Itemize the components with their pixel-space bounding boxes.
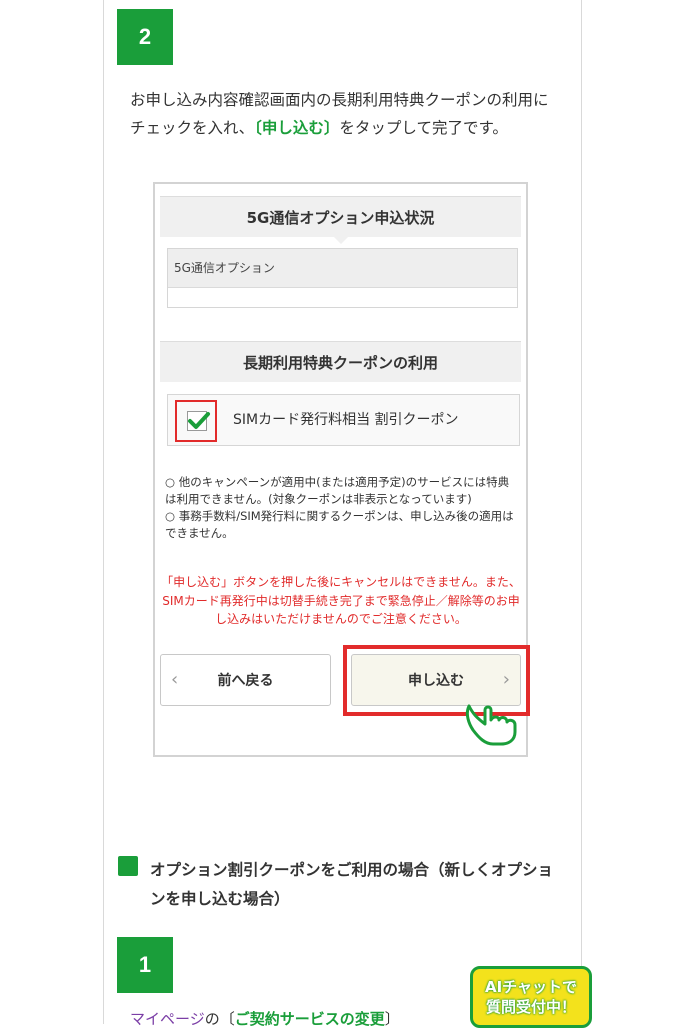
option-status-title: 5G通信オプション申込状況 bbox=[246, 208, 435, 227]
step-1-instructions: マイページの〔ご契約サービスの変更〕 bbox=[130, 1008, 400, 1029]
coupon-label: SIMカード発行料相当 割引クーポン bbox=[233, 412, 459, 428]
step-2-instructions: お申し込み内容確認画面内の長期利用特典クーポンの利用にチェックを入れ、〔申し込む… bbox=[130, 86, 560, 142]
subheading-text: オプション割引クーポンをご利用の場合（新しくオプションを申し込む場合） bbox=[150, 861, 554, 908]
option-coupon-subheading: オプション割引クーポンをご利用の場合（新しくオプションを申し込む場合） bbox=[118, 856, 568, 914]
option-status-header: 5G通信オプション申込状況 bbox=[160, 196, 521, 244]
coupon-usage-title: 長期利用特典クーポンの利用 bbox=[242, 353, 438, 372]
option-status-box: 5G通信オプション bbox=[167, 248, 518, 308]
step-1-badge: 1 bbox=[117, 937, 173, 993]
application-screenshot: 5G通信オプション申込状況 5G通信オプション 長期利用特典クーポンの利用 SI… bbox=[153, 182, 530, 757]
tap-hand-icon bbox=[465, 704, 517, 746]
intro-submit-highlight: 〔申し込む〕 bbox=[254, 119, 340, 137]
checkmark-icon bbox=[188, 412, 210, 429]
bottom-end-text: 〕 bbox=[384, 1010, 400, 1028]
green-square-icon bbox=[118, 856, 138, 876]
step-2-badge: 2 bbox=[117, 9, 173, 65]
coupon-notes: ○ 他のキャンペーンが適用中(または適用予定)のサービスには特典は利用できません… bbox=[165, 474, 517, 542]
bottom-middle-text: の〔 bbox=[204, 1010, 235, 1028]
checkbox-highlight-frame bbox=[175, 400, 217, 442]
option-label: 5G通信オプション bbox=[168, 249, 517, 288]
back-button-label: 前へ戻る bbox=[217, 673, 274, 689]
coupon-checkbox[interactable] bbox=[187, 411, 210, 431]
ai-chat-line1: AIチャットで bbox=[484, 978, 578, 996]
back-button[interactable]: ‹ 前へ戻る bbox=[160, 654, 331, 706]
header-notch bbox=[333, 237, 348, 244]
ai-chat-button[interactable]: AIチャットで 質問受付中！ bbox=[470, 966, 592, 1028]
ai-chat-line2: 質問受付中！ bbox=[485, 998, 576, 1016]
cancel-warning: 「申し込む」ボタンを押した後にキャンセルはできません。また、SIMカード再発行中… bbox=[161, 575, 521, 626]
note-item: ○ 他のキャンペーンが適用中(または適用予定)のサービスには特典は利用できません… bbox=[165, 475, 510, 506]
contract-change-highlight: ご契約サービスの変更 bbox=[234, 1010, 385, 1028]
note-item: ○ 事務手数料/SIM発行料に関するクーポンは、申し込み後の適用はできません。 bbox=[165, 509, 514, 540]
intro-text-after: をタップして完了です。 bbox=[339, 119, 508, 137]
coupon-option-row[interactable]: SIMカード発行料相当 割引クーポン bbox=[167, 394, 520, 446]
coupon-usage-header: 長期利用特典クーポンの利用 bbox=[160, 341, 521, 382]
mypage-link[interactable]: マイページ bbox=[130, 1010, 205, 1028]
chevron-left-icon: ‹ bbox=[171, 669, 179, 690]
